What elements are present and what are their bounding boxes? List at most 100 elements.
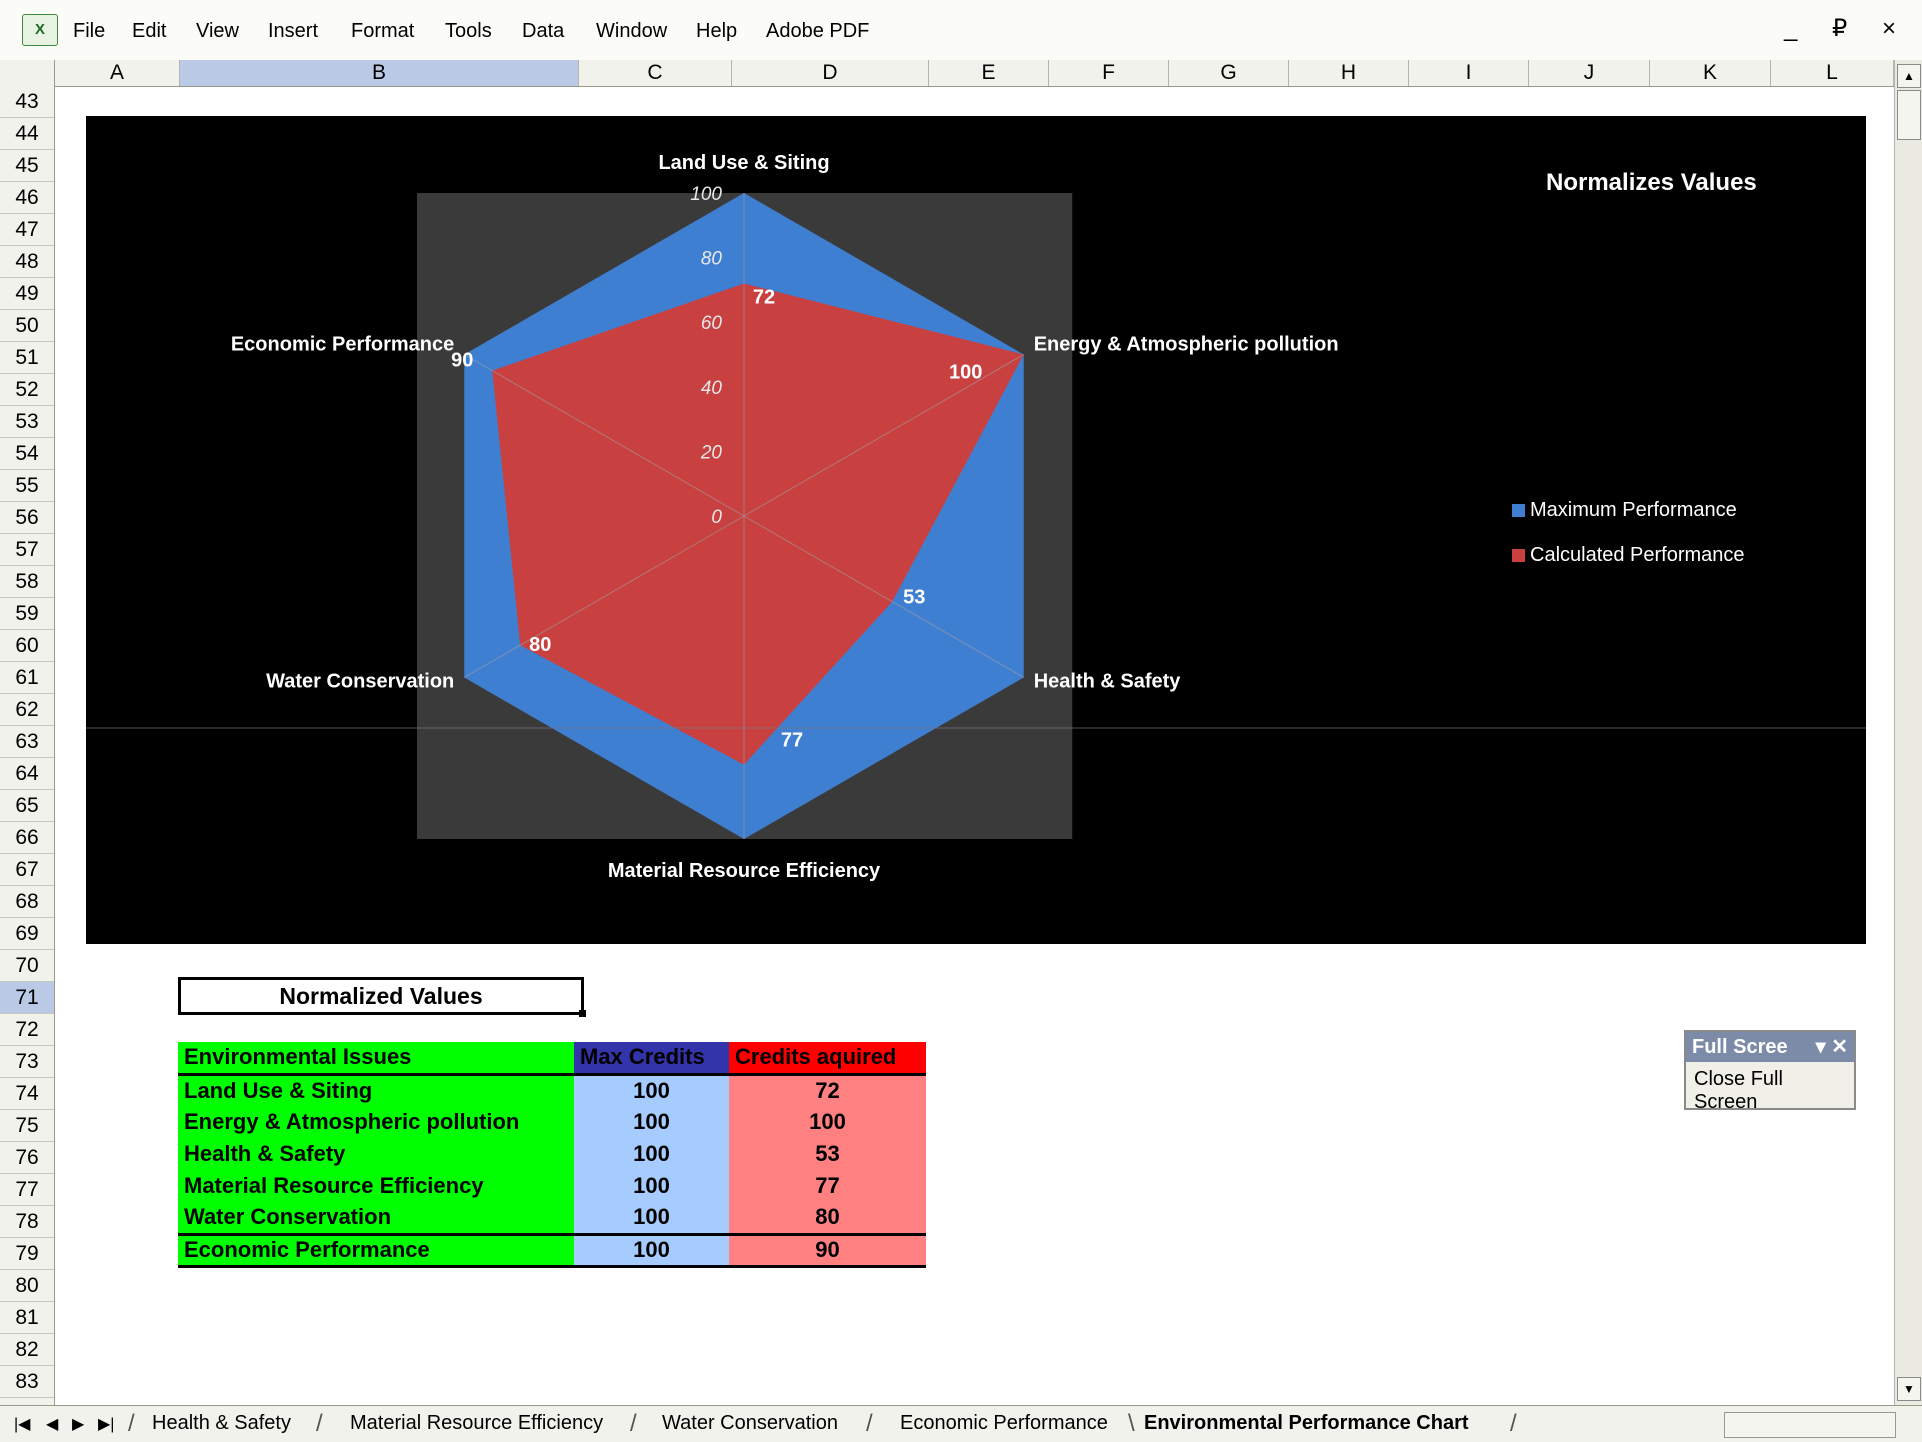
- window-controls[interactable]: _ ₽ ×: [1784, 14, 1910, 43]
- row-header-66[interactable]: 66: [0, 822, 54, 854]
- column-header-d[interactable]: D: [732, 60, 929, 86]
- row-header-82[interactable]: 82: [0, 1334, 54, 1366]
- row-header-56[interactable]: 56: [0, 502, 54, 534]
- row-header-43[interactable]: 43: [0, 86, 54, 118]
- horizontal-scrollbar[interactable]: [1724, 1412, 1896, 1438]
- row-header-63[interactable]: 63: [0, 726, 54, 758]
- cell-credits-aquired[interactable]: 80: [729, 1202, 926, 1234]
- cell-credits-aquired[interactable]: 53: [729, 1138, 926, 1170]
- cell-issue[interactable]: Health & Safety: [178, 1138, 574, 1170]
- cell-max-credits[interactable]: 100: [574, 1202, 729, 1234]
- scroll-thumb[interactable]: [1897, 90, 1921, 140]
- menu-adobe-pdf[interactable]: Adobe PDF: [766, 19, 869, 43]
- menu-edit[interactable]: Edit: [132, 19, 166, 43]
- row-header-79[interactable]: 79: [0, 1238, 54, 1270]
- row-header-50[interactable]: 50: [0, 310, 54, 342]
- cell-issue[interactable]: Economic Performance: [178, 1234, 574, 1266]
- normalized-values-title-cell[interactable]: Normalized Values: [178, 977, 586, 1017]
- row-header-69[interactable]: 69: [0, 918, 54, 950]
- column-header-c[interactable]: C: [579, 60, 732, 86]
- menu-help[interactable]: Help: [696, 19, 737, 43]
- row-header-83[interactable]: 83: [0, 1366, 54, 1398]
- row-header-47[interactable]: 47: [0, 214, 54, 246]
- sheet-tab-economic-performance[interactable]: Economic Performance: [900, 1412, 1108, 1435]
- fill-handle[interactable]: [579, 1010, 586, 1017]
- row-header-72[interactable]: 72: [0, 1014, 54, 1046]
- row-header-71[interactable]: 71: [0, 982, 54, 1014]
- row-header-48[interactable]: 48: [0, 246, 54, 278]
- column-header-e[interactable]: E: [929, 60, 1049, 86]
- radar-chart[interactable]: 0 20 40 60 80 100 Land Use & Siting Energy & At…: [86, 116, 1866, 944]
- menu-insert[interactable]: Insert: [268, 19, 318, 43]
- row-header-55[interactable]: 55: [0, 470, 54, 502]
- cell-credits-aquired[interactable]: 72: [729, 1074, 926, 1106]
- column-header-f[interactable]: F: [1049, 60, 1169, 86]
- cell-credits-aquired[interactable]: 77: [729, 1170, 926, 1202]
- cell-credits-aquired[interactable]: 100: [729, 1106, 926, 1138]
- sheet-tab-health-safety[interactable]: Health & Safety: [152, 1412, 291, 1435]
- sheet-tab-water-conservation[interactable]: Water Conservation: [662, 1412, 838, 1435]
- row-header-80[interactable]: 80: [0, 1270, 54, 1302]
- header-max-credits[interactable]: Max Credits: [574, 1042, 729, 1074]
- menu-tools[interactable]: Tools: [445, 19, 492, 43]
- row-header-78[interactable]: 78: [0, 1206, 54, 1238]
- row-header-46[interactable]: 46: [0, 182, 54, 214]
- cell-max-credits[interactable]: 100: [574, 1234, 729, 1266]
- row-header-81[interactable]: 81: [0, 1302, 54, 1334]
- row-header-53[interactable]: 53: [0, 406, 54, 438]
- cell-max-credits[interactable]: 100: [574, 1138, 729, 1170]
- row-header-65[interactable]: 65: [0, 790, 54, 822]
- full-screen-toolbar-title[interactable]: Full Scree ▾ ✕: [1686, 1032, 1854, 1062]
- column-header-i[interactable]: I: [1409, 60, 1529, 86]
- close-full-screen-button[interactable]: Close Full Screen: [1686, 1062, 1854, 1120]
- cell-issue[interactable]: Land Use & Siting: [178, 1074, 574, 1106]
- row-header-60[interactable]: 60: [0, 630, 54, 662]
- row-header-59[interactable]: 59: [0, 598, 54, 630]
- next-sheet-icon[interactable]: ▶: [72, 1414, 84, 1434]
- header-credits-aquired[interactable]: Credits aquired: [729, 1042, 926, 1074]
- menu-data[interactable]: Data: [522, 19, 564, 43]
- row-header-57[interactable]: 57: [0, 534, 54, 566]
- column-header-j[interactable]: J: [1529, 60, 1650, 86]
- cell-max-credits[interactable]: 100: [574, 1074, 729, 1106]
- cell-max-credits[interactable]: 100: [574, 1106, 729, 1138]
- column-header-g[interactable]: G: [1169, 60, 1289, 86]
- row-header-67[interactable]: 67: [0, 854, 54, 886]
- cell-max-credits[interactable]: 100: [574, 1170, 729, 1202]
- row-header-52[interactable]: 52: [0, 374, 54, 406]
- header-environmental-issues[interactable]: Environmental Issues: [178, 1042, 574, 1074]
- row-header-64[interactable]: 64: [0, 758, 54, 790]
- cell-credits-aquired[interactable]: 90: [729, 1234, 926, 1266]
- scroll-up-icon[interactable]: ▲: [1897, 64, 1921, 88]
- column-header-h[interactable]: H: [1289, 60, 1409, 86]
- excel-icon[interactable]: X: [22, 14, 58, 46]
- last-sheet-icon[interactable]: ▶|: [98, 1414, 114, 1434]
- row-header-75[interactable]: 75: [0, 1110, 54, 1142]
- row-header-62[interactable]: 62: [0, 694, 54, 726]
- sheet-tab-material-resource-efficiency[interactable]: Material Resource Efficiency: [350, 1412, 603, 1435]
- row-header-58[interactable]: 58: [0, 566, 54, 598]
- menu-format[interactable]: Format: [351, 19, 414, 43]
- scroll-down-icon[interactable]: ▼: [1897, 1377, 1921, 1401]
- row-header-49[interactable]: 49: [0, 278, 54, 310]
- column-header-k[interactable]: K: [1650, 60, 1771, 86]
- row-header-76[interactable]: 76: [0, 1142, 54, 1174]
- row-header-54[interactable]: 54: [0, 438, 54, 470]
- row-header-77[interactable]: 77: [0, 1174, 54, 1206]
- row-header-45[interactable]: 45: [0, 150, 54, 182]
- column-header-a[interactable]: A: [55, 60, 180, 86]
- vertical-scrollbar[interactable]: ▲ ▼: [1894, 60, 1922, 1405]
- row-header-74[interactable]: 74: [0, 1078, 54, 1110]
- column-header-b[interactable]: B: [180, 60, 579, 86]
- sheet-tab-environmental-performance-chart[interactable]: Environmental Performance Chart: [1144, 1412, 1469, 1435]
- menu-window[interactable]: Window: [596, 19, 667, 43]
- select-all-corner[interactable]: [0, 60, 55, 86]
- row-header-73[interactable]: 73: [0, 1046, 54, 1078]
- row-header-44[interactable]: 44: [0, 118, 54, 150]
- row-header-68[interactable]: 68: [0, 886, 54, 918]
- row-header-61[interactable]: 61: [0, 662, 54, 694]
- row-header-70[interactable]: 70: [0, 950, 54, 982]
- menu-file[interactable]: File: [73, 19, 105, 43]
- column-header-l[interactable]: L: [1771, 60, 1894, 86]
- toolbar-controls-icon[interactable]: ▾ ✕: [1816, 1032, 1848, 1062]
